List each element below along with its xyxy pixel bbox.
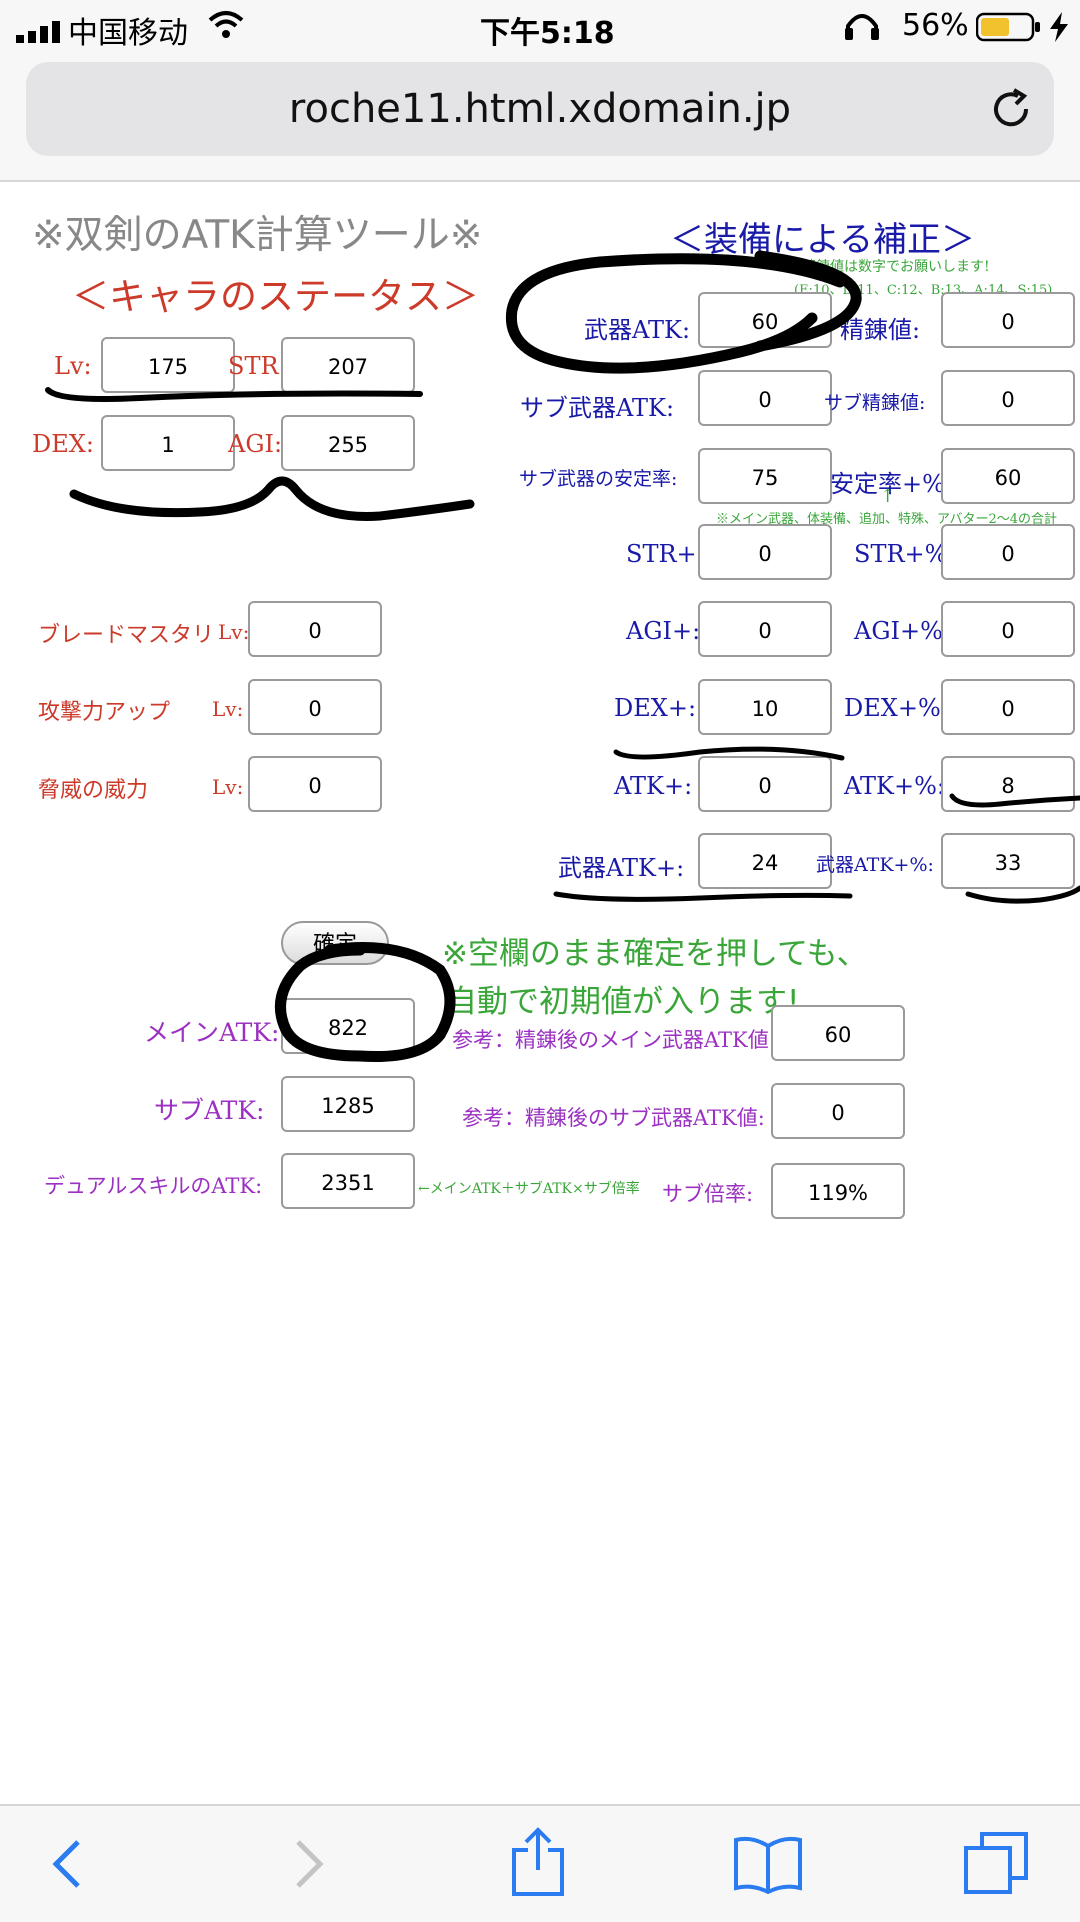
scribble-wave-dex-agi [69, 476, 475, 521]
scribble-underline-weapon-atk-plus [553, 891, 853, 902]
dex-pct-label: DEX+%: [844, 694, 949, 722]
agi-label: AGI: [228, 430, 283, 458]
status-bar: 中国移动 下午5:18 56% [0, 0, 1080, 54]
refine-note: 精錬値は数字でお願いします! [802, 259, 990, 275]
url-text: roche11.html.xdomain.jp [288, 86, 792, 132]
dex-plus-input[interactable]: 10 [698, 679, 832, 735]
str-pct-input[interactable]: 0 [941, 524, 1075, 580]
sub-refine-label: サブ精錬値: [824, 392, 926, 414]
str-plus-label: STR+: [626, 540, 705, 568]
clock: 下午5:18 [480, 16, 615, 51]
sub-ratio-label: サブ倍率: [662, 1182, 754, 1206]
dex-pct-input[interactable]: 0 [941, 679, 1075, 735]
weapon-atk-plus-label: 武器ATK+: [558, 854, 685, 882]
stability-pct-input[interactable]: 60 [941, 448, 1075, 504]
charging-bolt-icon [1046, 12, 1072, 42]
wifi-icon [208, 10, 244, 40]
battery-percent: 56% [902, 8, 969, 43]
agi-plus-label: AGI+: [626, 617, 701, 645]
forward-icon[interactable] [292, 1838, 326, 1890]
sub-refine-input[interactable]: 0 [941, 370, 1075, 426]
dual-formula-note: ←メインATK＋サブATK×サブ倍率 [418, 1181, 640, 1197]
empty-field-note-line1: ※空欄のまま確定を押しても、 [442, 936, 868, 972]
page-title: ※双剣のATK計算ツール※ [32, 213, 483, 258]
blade-mastery-lv-label: Lv: [218, 620, 250, 644]
weapon-atk-pct-label: 武器ATK+%: [816, 854, 934, 876]
ref-sub-label: 参考：精錬後のサブ武器ATK値: [462, 1106, 765, 1130]
weapon-atk-plus-input[interactable]: 24 [698, 833, 832, 889]
atk-pct-input[interactable]: 8 [941, 756, 1075, 812]
threat-power-lv-label: Lv: [212, 775, 244, 799]
weapon-atk-pct-input[interactable]: 33 [941, 833, 1075, 889]
blade-mastery-label: ブレードマスタリ [38, 623, 215, 648]
attack-up-label: 攻撃力アップ [38, 700, 171, 725]
sub-weapon-atk-input[interactable]: 0 [698, 370, 832, 426]
threat-power-input[interactable]: 0 [248, 756, 382, 812]
blade-mastery-input[interactable]: 0 [248, 601, 382, 657]
headphones-icon [842, 10, 882, 42]
agi-pct-label: AGI+%: [854, 617, 951, 645]
refine-input[interactable]: 0 [941, 292, 1075, 348]
sub-weapon-atk-label: サブ武器ATK: [520, 394, 675, 422]
ref-sub-output[interactable]: 0 [771, 1083, 905, 1139]
address-bar[interactable]: roche11.html.xdomain.jp [26, 62, 1054, 156]
dual-atk-label: デュアルスキルのATK: [44, 1174, 263, 1198]
attack-up-lv-label: Lv: [212, 697, 244, 721]
reload-icon[interactable] [988, 86, 1034, 132]
tabs-icon[interactable] [962, 1830, 1030, 1896]
equip-heading: ＜装備による補正＞ [670, 220, 975, 260]
lv-input[interactable]: 175 [101, 337, 235, 393]
attack-up-input[interactable]: 0 [248, 679, 382, 735]
str-plus-input[interactable]: 0 [698, 524, 832, 580]
sub-ratio-output[interactable]: 119% [771, 1163, 905, 1219]
agi-plus-input[interactable]: 0 [698, 601, 832, 657]
dex-input[interactable]: 1 [101, 415, 235, 471]
str-label: STR: [228, 352, 287, 380]
sub-stability-input[interactable]: 75 [698, 448, 832, 504]
back-icon[interactable] [50, 1838, 84, 1890]
agi-pct-input[interactable]: 0 [941, 601, 1075, 657]
dex-label: DEX: [32, 430, 94, 458]
scribble-underline-weapon-atk-pct [965, 885, 1080, 904]
ref-main-output[interactable]: 60 [771, 1005, 905, 1061]
refine-label: 精錬値: [840, 316, 921, 344]
atk-pct-label: ATK+%: [844, 772, 945, 800]
weapon-atk-input[interactable]: 60 [698, 292, 832, 348]
weapon-atk-label: 武器ATK: [584, 316, 691, 344]
battery-icon [975, 12, 1042, 42]
dual-atk-output[interactable]: 2351 [281, 1153, 415, 1209]
dex-plus-label: DEX+: [614, 694, 697, 722]
str-input[interactable]: 207 [281, 337, 415, 393]
threat-power-label: 脅威の威力 [38, 778, 149, 803]
char-status-heading: ＜キャラのステータス＞ [72, 275, 479, 318]
stability-arrow: ↑ [880, 486, 896, 507]
lv-label: Lv: [54, 352, 92, 380]
atk-plus-label: ATK+: [614, 772, 693, 800]
empty-field-note-line2: 自動で初期値が入ります! [446, 984, 800, 1020]
signal-icon [16, 16, 64, 43]
sub-atk-output[interactable]: 1285 [281, 1076, 415, 1132]
atk-plus-input[interactable]: 0 [698, 756, 832, 812]
agi-input[interactable]: 255 [281, 415, 415, 471]
main-atk-label: メインATK: [144, 1018, 280, 1047]
sub-stability-label: サブ武器の安定率: [519, 468, 678, 490]
bookmarks-icon[interactable] [732, 1834, 804, 1895]
confirm-button[interactable]: 確定 [281, 921, 389, 965]
sub-atk-label: サブATK: [154, 1096, 265, 1125]
carrier-name: 中国移动 [68, 16, 188, 51]
share-icon[interactable] [510, 1826, 566, 1898]
ref-main-label: 参考：精錬後のメイン武器ATK値: [452, 1028, 776, 1052]
main-atk-output[interactable]: 822 [281, 998, 415, 1054]
